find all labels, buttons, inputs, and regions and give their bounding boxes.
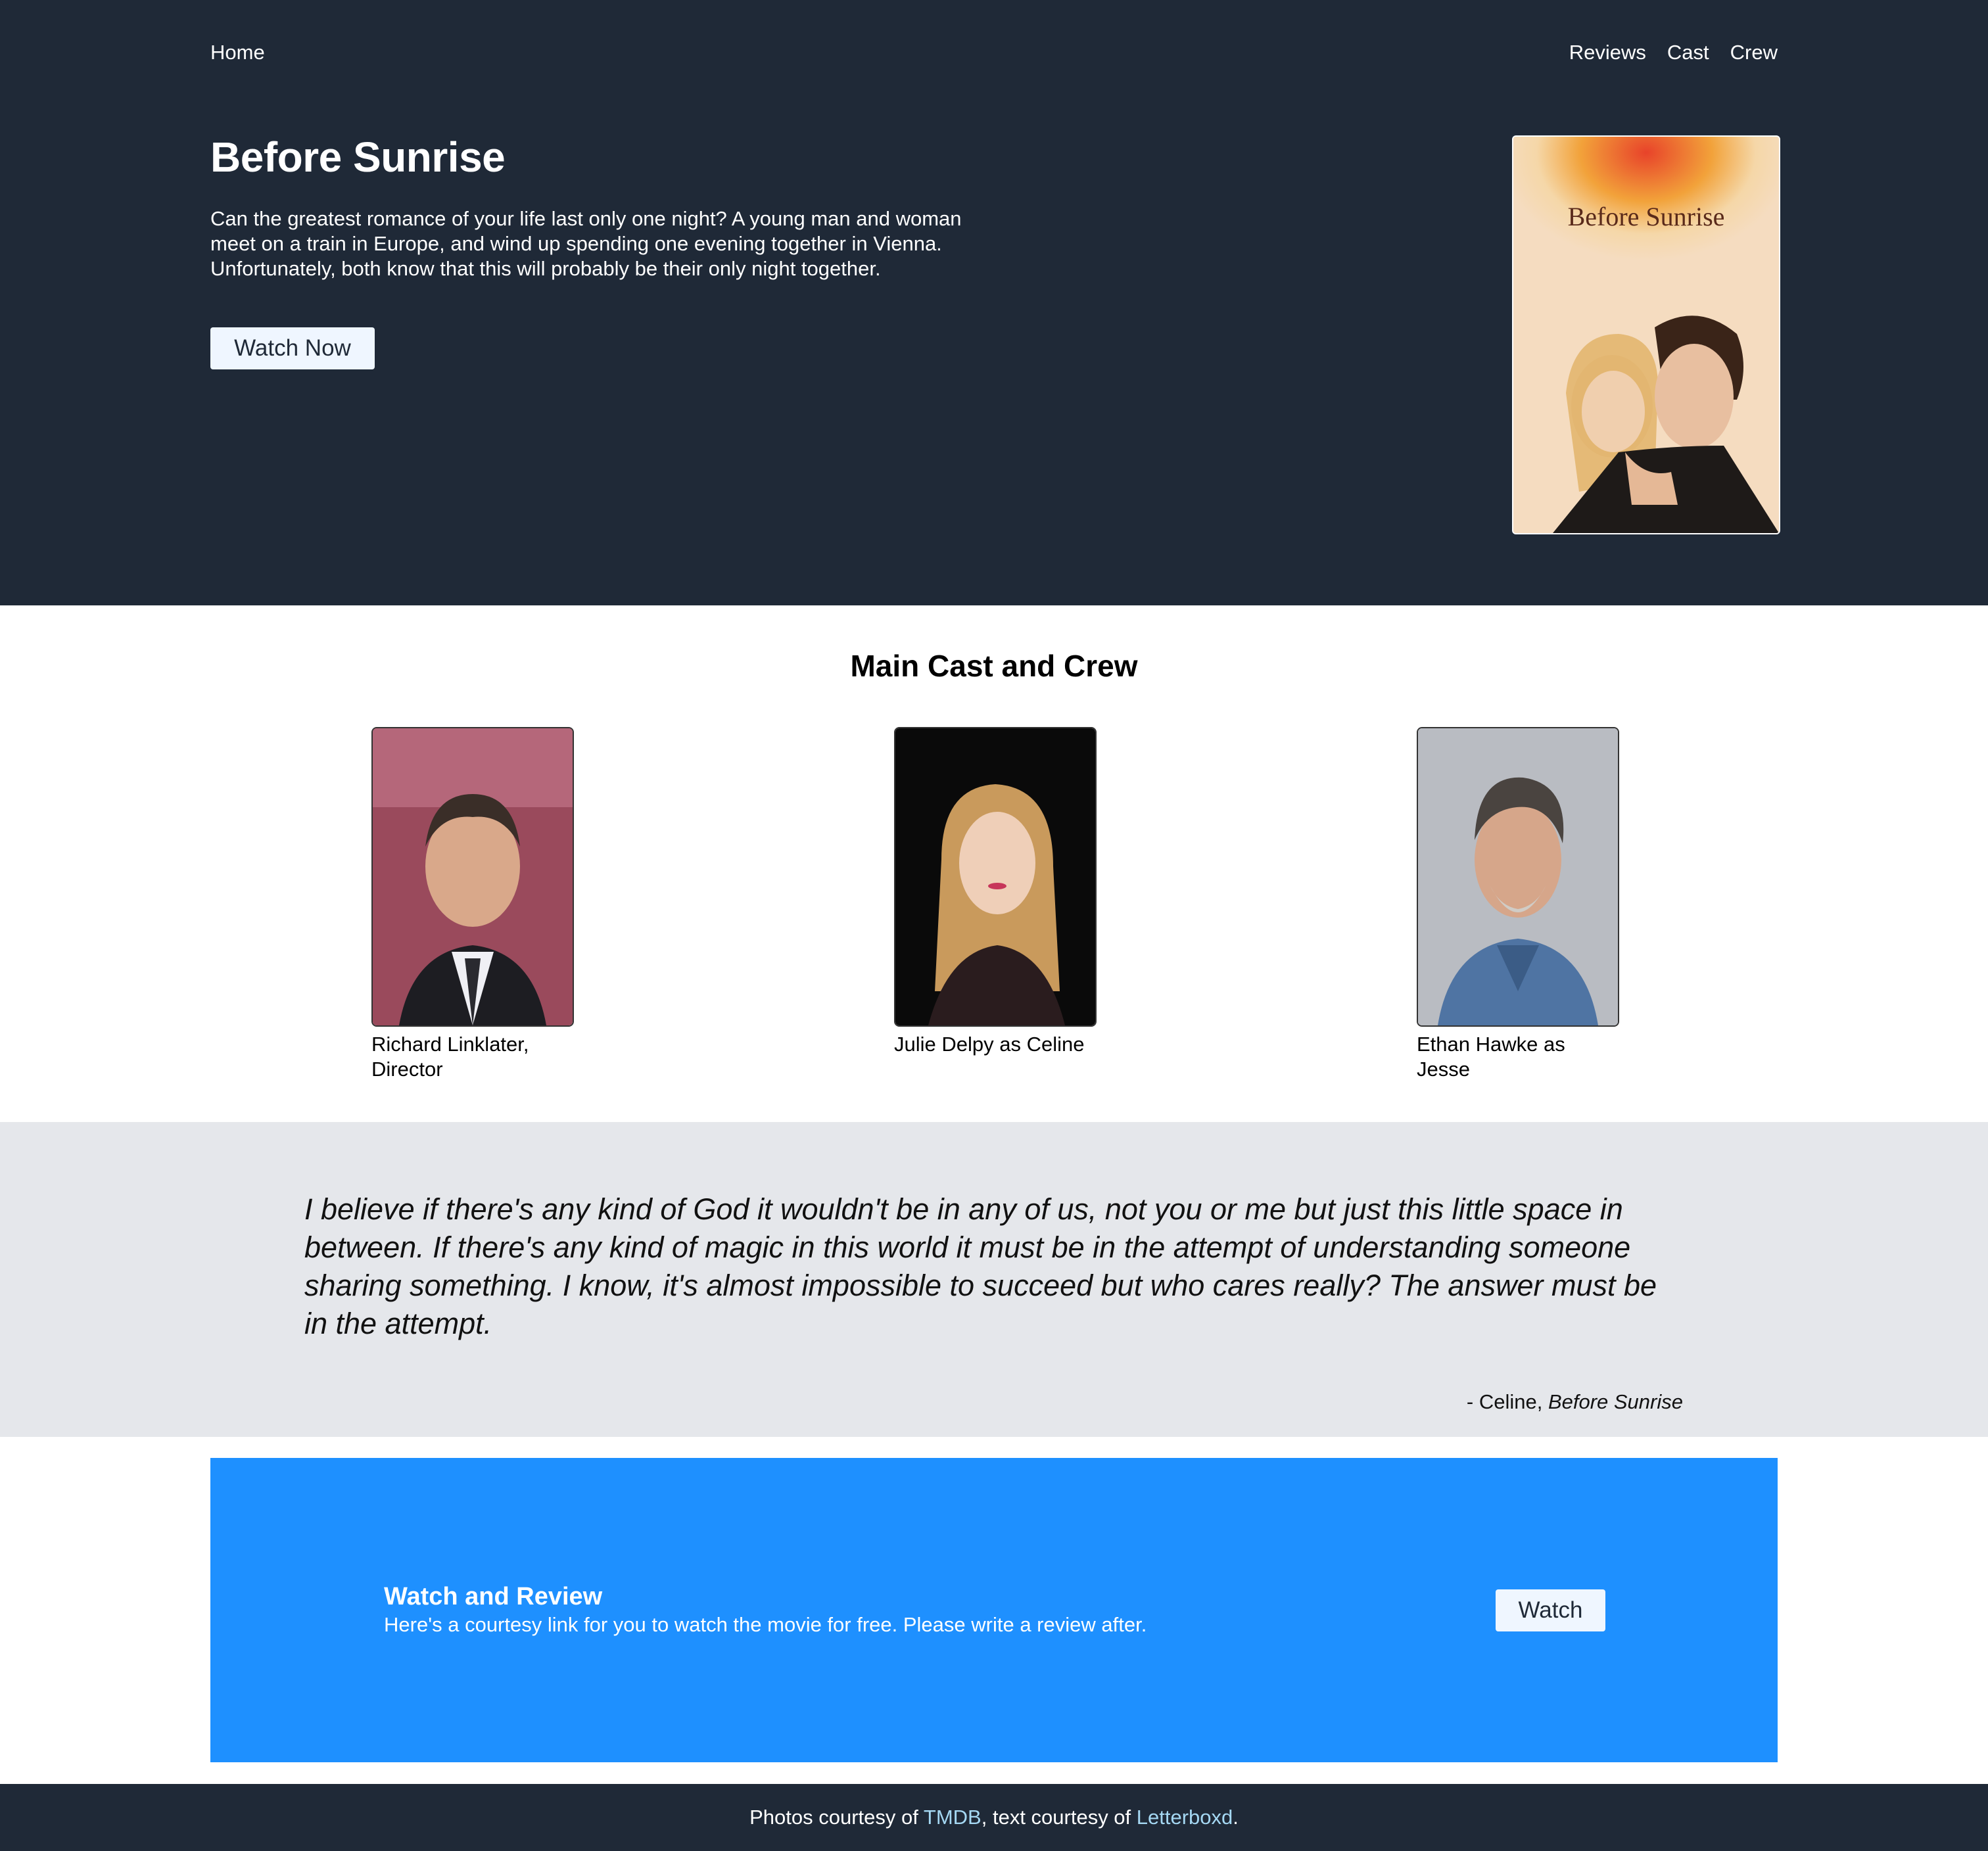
footer-text-middle: , text courtesy of [981,1806,1137,1829]
watch-now-button[interactable]: Watch Now [210,327,375,369]
nav-crew-link[interactable]: Crew [1730,41,1778,64]
cta-text: Here's a courtesy link for you to watch … [384,1613,1147,1636]
cast-caption: Ethan Hawke as Jesse [1417,1033,1565,1081]
movie-poster: Before Sunrise [1512,135,1780,534]
cast-photo-ethan-hawke [1417,727,1619,1027]
letterboxd-link[interactable]: Letterboxd [1137,1806,1233,1829]
cast-photo-richard-linklater [371,727,574,1027]
quote-attribution: - Celine, Before Sunrise [1467,1390,1683,1414]
cta-title: Watch and Review [384,1583,603,1610]
footer-text-prefix: Photos courtesy of [749,1806,924,1829]
watch-review-banner: Watch and Review Here's a courtesy link … [210,1458,1778,1762]
page: Home Reviews Cast Crew Before Sunrise Ca… [0,0,1988,1851]
top-nav: Reviews Cast Crew [1569,41,1778,64]
quote-attribution-work: Before Sunrise [1548,1390,1683,1413]
quote-section: I believe if there's any kind of God it … [0,1122,1988,1437]
quote-attribution-speaker: - Celine, [1466,1390,1548,1413]
cast-section-title: Main Cast and Crew [850,649,1138,683]
nav-home-link[interactable]: Home [210,41,265,64]
cast-photo-julie-delpy [894,727,1097,1027]
hero-header: Home Reviews Cast Crew Before Sunrise Ca… [0,0,1988,605]
footer: Photos courtesy of TMDB, text courtesy o… [0,1784,1988,1851]
poster-title: Before Sunrise [1568,202,1725,231]
cast-card: Ethan Hawke as Jesse [1417,727,1621,1082]
cast-card: Julie Delpy as Celine [894,727,1098,1057]
watch-button[interactable]: Watch [1496,1589,1605,1631]
quote-text: I believe if there's any kind of God it … [304,1192,1657,1340]
nav-cast-link[interactable]: Cast [1667,41,1709,64]
nav-reviews-link[interactable]: Reviews [1569,41,1646,64]
cast-caption: Richard Linklater, Director [371,1033,529,1081]
movie-description: Can the greatest romance of your life la… [210,207,962,280]
movie-title: Before Sunrise [210,133,506,181]
cast-caption: Julie Delpy as Celine [894,1033,1085,1056]
cast-card: Richard Linklater, Director [371,727,575,1082]
tmdb-link[interactable]: TMDB [924,1806,982,1829]
footer-text-suffix: . [1233,1806,1239,1829]
